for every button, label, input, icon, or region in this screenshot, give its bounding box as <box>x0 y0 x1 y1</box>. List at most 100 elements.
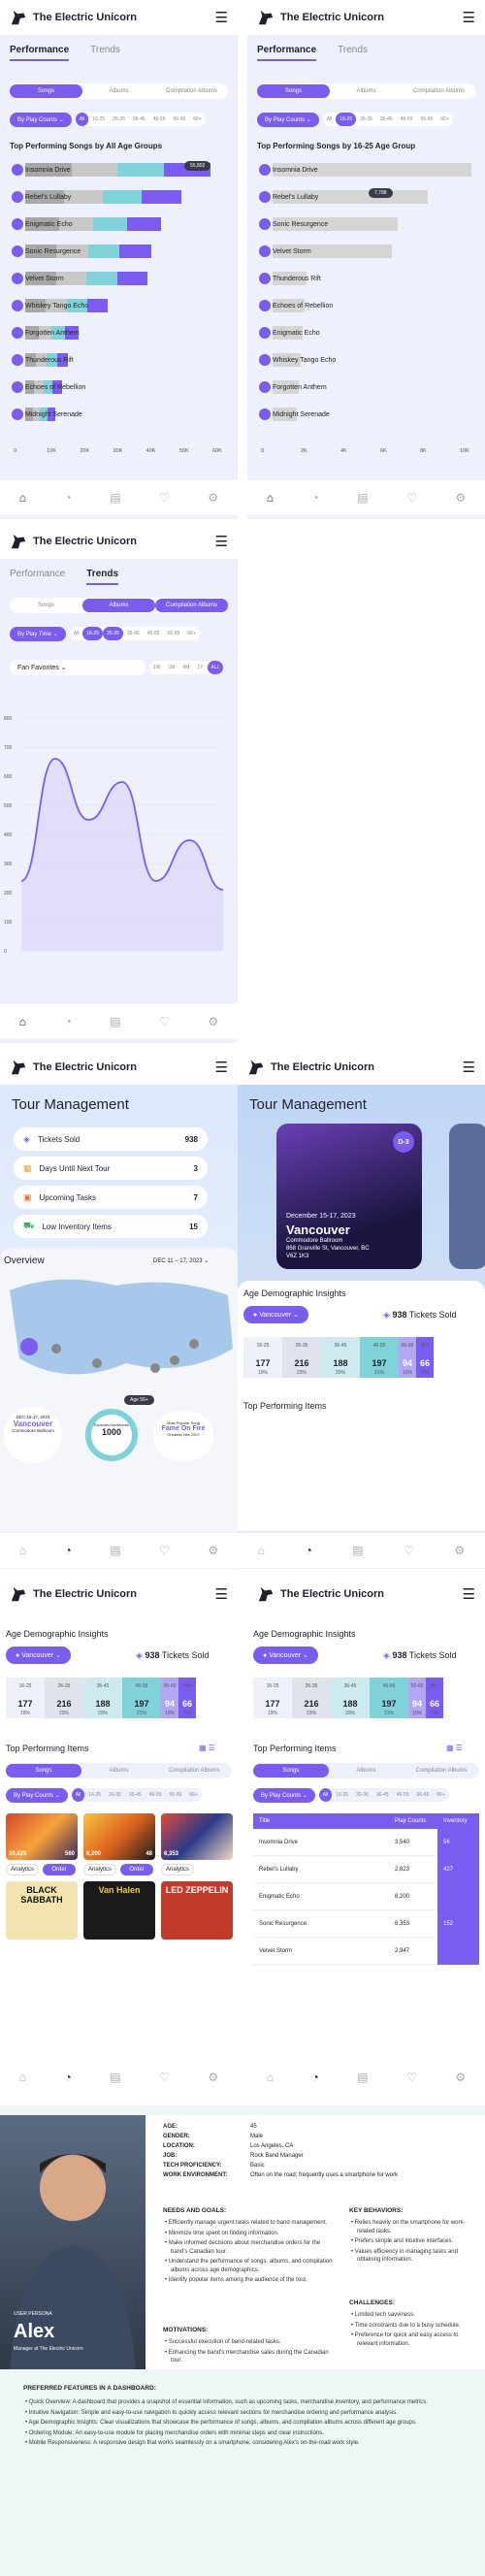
menu-icon[interactable]: ☰ <box>463 1585 475 1603</box>
range-1m[interactable]: 1M <box>165 661 179 674</box>
home-icon[interactable]: ⌂ <box>19 491 26 505</box>
list-view-icon[interactable]: ▦ ☰ <box>446 1744 463 1752</box>
age-26-35[interactable]: 26-35 <box>356 113 376 126</box>
age-46-55[interactable]: 46-55 <box>144 627 164 640</box>
age-66[interactable]: 66+ <box>436 113 452 126</box>
menu-icon[interactable]: ☰ <box>215 9 228 26</box>
segment-compilation[interactable]: Compilation Albums <box>155 599 228 612</box>
bar[interactable]: Velvet Storm <box>259 245 392 258</box>
bar[interactable]: Enigmatic Echo <box>259 326 320 340</box>
settings-icon[interactable]: ⚙ <box>208 1544 218 1557</box>
menu-icon[interactable]: ☰ <box>215 1585 228 1603</box>
age-56-65[interactable]: 56-65 <box>416 113 436 126</box>
order-button[interactable]: Order <box>43 1864 76 1875</box>
age-66[interactable]: 66+ <box>185 1788 201 1802</box>
album-card[interactable]: 8,200 48 <box>83 1813 155 1860</box>
menu-icon[interactable]: ☰ <box>215 533 228 550</box>
table-row[interactable]: Velvet Storm 2,947 <box>253 1937 479 1965</box>
album-icon[interactable]: ▤ <box>110 491 120 505</box>
location-dropdown[interactable]: ● Vancouver ⌄ <box>243 1306 308 1323</box>
settings-icon[interactable]: ⚙ <box>208 2071 218 2084</box>
album-card[interactable]: LED ZEPPELIN <box>161 1881 233 1940</box>
album-card[interactable]: 10,825 560 <box>6 1813 78 1860</box>
album-icon[interactable]: ▤ <box>110 1544 120 1557</box>
age-all[interactable]: All <box>318 1788 333 1802</box>
segment-compilation[interactable]: Compilation Albums <box>155 84 228 98</box>
column-header[interactable]: Title <box>253 1818 389 1824</box>
bar[interactable]: Velvet Storm <box>12 272 148 285</box>
segment-albums[interactable]: Albums <box>329 1764 404 1777</box>
sort-dropdown[interactable]: By Play Counts ⌄ <box>6 1787 68 1803</box>
age-46-55[interactable]: 46-55 <box>393 1788 413 1802</box>
segment-songs[interactable]: Songs <box>6 1764 81 1777</box>
range-1w[interactable]: 1W <box>149 661 165 674</box>
menu-icon[interactable]: ☰ <box>463 1059 475 1076</box>
chart-icon[interactable]: ◔ <box>65 491 72 505</box>
order-button[interactable]: Order <box>120 1864 153 1875</box>
range-all[interactable]: ALL <box>207 661 224 674</box>
segment-songs[interactable]: Songs <box>257 84 330 98</box>
chart-icon[interactable]: ◔ <box>65 1015 72 1028</box>
settings-icon[interactable]: ⚙ <box>208 1015 218 1028</box>
segment-albums[interactable]: Albums <box>82 84 155 98</box>
settings-icon[interactable]: ⚙ <box>208 491 218 505</box>
sort-dropdown[interactable]: By Play Counts ⌄ <box>10 112 72 127</box>
bar[interactable]: Whiskey Tango Echo <box>12 299 109 312</box>
bar[interactable]: Midnight Serenade <box>259 408 330 421</box>
bar[interactable]: Rebel's Lullaby <box>259 190 428 204</box>
album-icon[interactable]: ▤ <box>357 491 368 505</box>
album-icon[interactable]: ▤ <box>357 2071 368 2084</box>
card-days[interactable]: ▦ Days Until Next Tour 3 <box>14 1157 208 1180</box>
card-tickets[interactable]: ◈ Tickets Sold 938 <box>14 1127 208 1151</box>
segment-compilation[interactable]: Compilation Albums <box>403 84 475 98</box>
grid-view-icon[interactable]: ▦ ☰ <box>199 1744 215 1752</box>
menu-icon[interactable]: ☰ <box>215 1059 228 1076</box>
menu-icon[interactable]: ☰ <box>463 9 475 26</box>
album-card[interactable]: Van Halen <box>83 1881 155 1940</box>
age-46-55[interactable]: 46-55 <box>146 1788 166 1802</box>
table-row[interactable]: Insomnia Drive 3,540 56 <box>253 1828 479 1856</box>
album-card[interactable]: BLACK SABBATH <box>6 1881 78 1940</box>
range-1y[interactable]: 1Y <box>193 661 207 674</box>
merch-icon[interactable]: ♡ <box>159 491 170 505</box>
bar[interactable]: Sonic Resurgence <box>12 245 151 258</box>
age-26-35[interactable]: 26-35 <box>105 1788 125 1802</box>
location-dropdown[interactable]: ● Vancouver ⌄ <box>6 1647 71 1664</box>
home-icon[interactable]: ⌂ <box>19 1544 26 1557</box>
analytics-button[interactable]: Analytics <box>6 1864 39 1875</box>
segment-albums[interactable]: Albums <box>82 599 155 612</box>
age-66[interactable]: 66+ <box>183 627 199 640</box>
age-36-45[interactable]: 36-45 <box>129 113 149 126</box>
age-26-35[interactable]: 26-35 <box>103 627 123 640</box>
table-row[interactable]: Rebel's Lullaby 2,823 427 <box>253 1855 479 1883</box>
chart-icon[interactable]: ◔ <box>312 2071 319 2084</box>
age-16-25[interactable]: 16-25 <box>332 1788 352 1802</box>
bar[interactable]: Rebel's Lullaby <box>12 190 181 204</box>
home-icon[interactable]: ⌂ <box>19 2071 26 2084</box>
chart-icon[interactable]: ◔ <box>65 2071 72 2084</box>
bar[interactable]: Enigmatic Echo <box>12 217 162 231</box>
age-56-65[interactable]: 56-65 <box>412 1788 433 1802</box>
sort-dropdown[interactable]: By Play Counts ⌄ <box>257 112 319 127</box>
age-all[interactable]: All <box>75 113 89 126</box>
chart-icon[interactable]: ◔ <box>65 1544 72 1557</box>
tab-performance[interactable]: Performance <box>10 569 65 585</box>
segment-songs[interactable]: Songs <box>10 599 82 612</box>
home-icon[interactable]: ⌂ <box>258 1544 265 1557</box>
merch-icon[interactable]: ♡ <box>159 1015 170 1028</box>
settings-icon[interactable]: ⚙ <box>455 491 466 505</box>
favorites-dropdown[interactable]: Fan Favorites ⌄ <box>10 660 146 675</box>
analytics-button[interactable]: Analytics <box>83 1864 116 1875</box>
segment-compilation[interactable]: Compilation Albums <box>156 1764 232 1777</box>
table-row[interactable]: Enigmatic Echo 8,200 <box>253 1882 479 1910</box>
age-56-65[interactable]: 56-65 <box>163 627 183 640</box>
chart-icon[interactable]: ◔ <box>312 491 319 505</box>
bar[interactable]: Thunderous Rift <box>12 353 74 367</box>
chart-icon[interactable]: ◔ <box>306 1544 312 1557</box>
bar[interactable]: Forgotten Anthem <box>259 380 327 394</box>
event-bubble[interactable]: DEC 15-17, 2023 Vancouver Commodore Ball… <box>4 1407 62 1463</box>
bar[interactable]: Sonic Resurgence <box>259 217 399 231</box>
age-36-45[interactable]: 36-45 <box>125 1788 146 1802</box>
settings-icon[interactable]: ⚙ <box>455 2071 466 2084</box>
home-icon[interactable]: ⌂ <box>267 2071 274 2084</box>
